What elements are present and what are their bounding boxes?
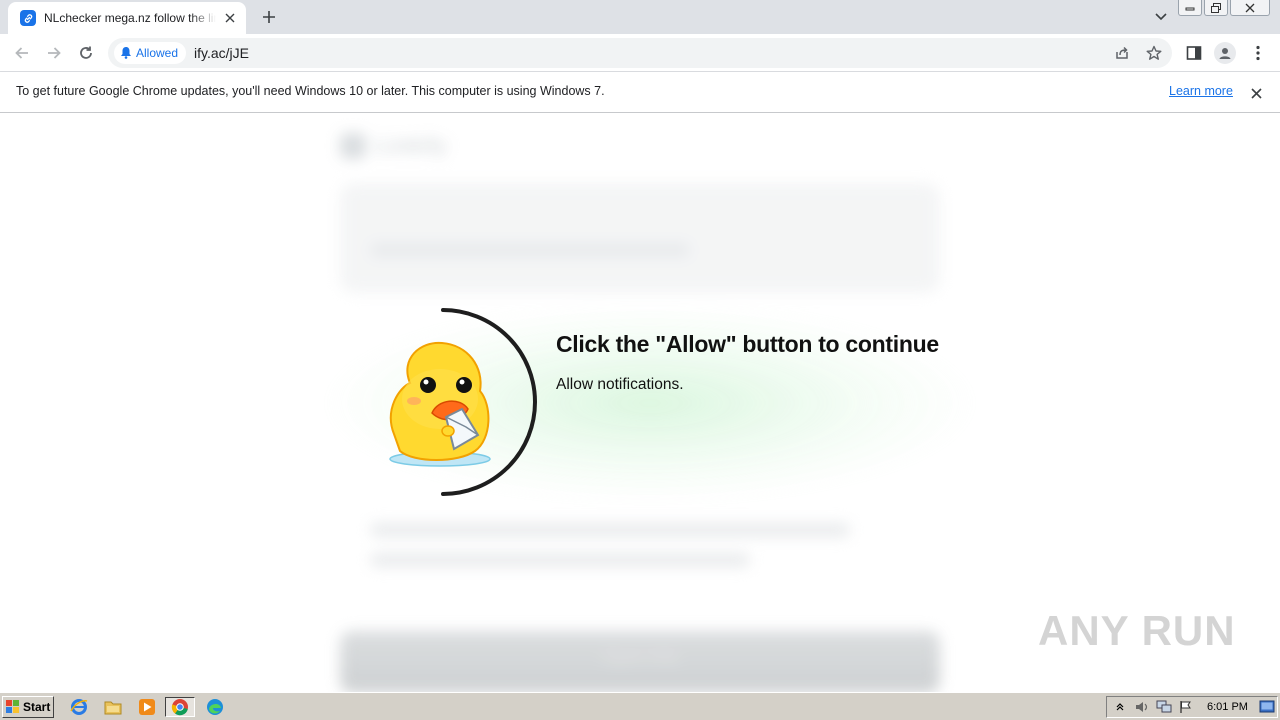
chevron-up-icon[interactable] bbox=[1111, 698, 1129, 716]
tab-title: NLchecker mega.nz follow the link — bbox=[44, 11, 216, 25]
person-icon bbox=[1214, 42, 1236, 64]
forward-button[interactable] bbox=[42, 41, 66, 65]
side-panel-icon[interactable] bbox=[1183, 42, 1205, 64]
show-desktop-icon[interactable] bbox=[1258, 698, 1276, 716]
duck-mascot bbox=[389, 341, 491, 467]
infobar-message: To get future Google Chrome updates, you… bbox=[16, 84, 605, 98]
link-icon bbox=[20, 10, 36, 26]
new-tab-button[interactable] bbox=[258, 6, 280, 28]
overlay-title: Click the "Allow" button to continue bbox=[556, 331, 939, 357]
close-icon[interactable] bbox=[222, 10, 238, 26]
menu-kebab-icon[interactable] bbox=[1247, 42, 1269, 64]
minimize-button[interactable] bbox=[1178, 0, 1202, 16]
windows-taskbar: Start 6:01 PM bbox=[0, 692, 1280, 720]
internet-explorer-icon[interactable] bbox=[68, 697, 90, 717]
window-close-button[interactable] bbox=[1230, 0, 1270, 16]
watermark-text: ANY RUN bbox=[1038, 607, 1236, 654]
flag-icon[interactable] bbox=[1177, 698, 1195, 716]
start-button[interactable]: Start bbox=[2, 696, 54, 718]
bell-icon bbox=[120, 44, 132, 63]
windows-logo-icon bbox=[6, 700, 19, 713]
reload-button[interactable] bbox=[74, 41, 98, 65]
browser-toolbar: Allowed ify.ac/jJE bbox=[0, 34, 1280, 72]
start-label: Start bbox=[23, 700, 51, 714]
overlay-subtitle: Allow notifications. bbox=[556, 376, 684, 393]
progress-ring bbox=[441, 308, 537, 496]
speaker-icon[interactable] bbox=[1133, 698, 1151, 716]
chrome-icon[interactable] bbox=[165, 697, 195, 717]
clock: 6:01 PM bbox=[1207, 701, 1248, 713]
learn-more-link[interactable]: Learn more bbox=[1169, 84, 1233, 98]
folder-icon[interactable] bbox=[102, 697, 124, 717]
web-page: Linkify Open link Click the "Allow" butt… bbox=[0, 113, 1280, 692]
profile-avatar[interactable] bbox=[1214, 42, 1236, 64]
back-button[interactable] bbox=[10, 41, 34, 65]
active-tab[interactable]: NLchecker mega.nz follow the link — bbox=[8, 2, 246, 34]
network-icon[interactable] bbox=[1155, 698, 1173, 716]
close-icon[interactable] bbox=[1247, 84, 1265, 102]
url-text[interactable]: ify.ac/jJE bbox=[194, 45, 249, 61]
restore-button[interactable] bbox=[1204, 0, 1228, 16]
media-player-icon[interactable] bbox=[136, 697, 158, 717]
permission-label: Allowed bbox=[136, 46, 179, 60]
share-icon[interactable] bbox=[1113, 44, 1131, 62]
update-infobar: To get future Google Chrome updates, you… bbox=[0, 72, 1280, 113]
address-bar[interactable]: Allowed ify.ac/jJE bbox=[108, 38, 1172, 68]
bookmark-star-icon[interactable] bbox=[1145, 44, 1163, 62]
tab-strip: NLchecker mega.nz follow the link — bbox=[0, 0, 1280, 34]
system-tray: 6:01 PM bbox=[1106, 696, 1278, 718]
chevron-down-icon[interactable] bbox=[1151, 8, 1171, 26]
notification-permission-chip[interactable]: Allowed bbox=[114, 42, 187, 64]
edge-icon[interactable] bbox=[204, 697, 226, 717]
window-controls bbox=[1178, 0, 1270, 16]
anyrun-watermark: ANY RUN bbox=[1038, 607, 1236, 655]
